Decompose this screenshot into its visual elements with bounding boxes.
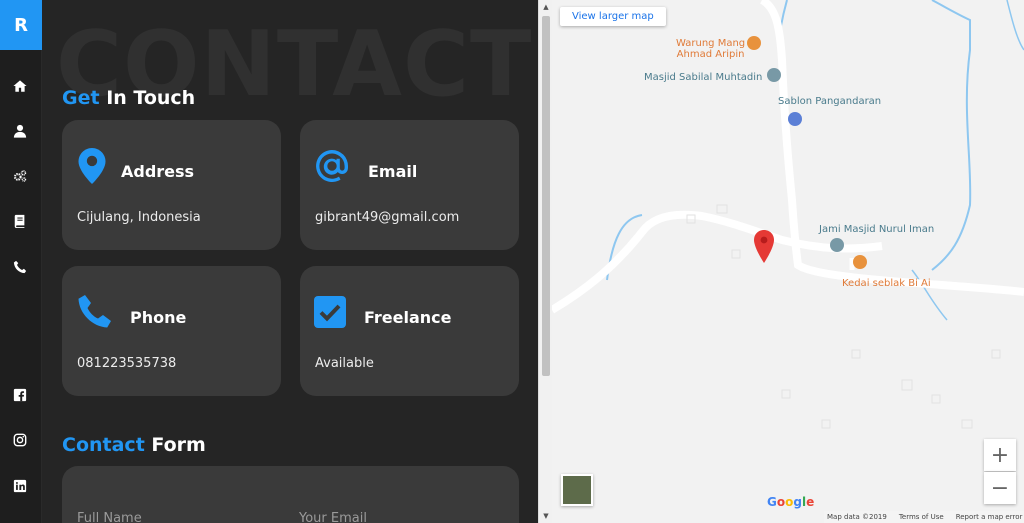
phone-card: Phone 081223535738	[62, 266, 281, 396]
address-title: Address	[121, 162, 195, 181]
instagram-icon	[13, 433, 27, 447]
nav-about[interactable]	[11, 122, 29, 140]
poi-sablon-label[interactable]: Sablon Pangandaran	[778, 96, 881, 107]
content-scrollbar[interactable]: ▲ ▼	[538, 0, 552, 523]
contact-form-heading: Contact Form	[62, 434, 206, 456]
full-name-input[interactable]: Full Name	[77, 511, 142, 523]
poi-warung-line1: Warung Mang	[676, 38, 746, 49]
mosque-poi-icon[interactable]	[767, 68, 781, 82]
user-icon	[13, 124, 27, 138]
map-pin-icon	[76, 148, 108, 184]
contact-section: CONTACT Get In Touch Address Cijulang, I…	[42, 0, 538, 523]
phone-value[interactable]: 081223535738	[77, 356, 176, 371]
map-attribution: Map data ©2019 Terms of Use Report a map…	[824, 511, 1024, 523]
nav-contact[interactable]	[11, 258, 29, 276]
nav-home[interactable]	[11, 77, 29, 95]
book-icon	[14, 214, 25, 228]
contact-form: Full Name Your Email	[62, 466, 519, 523]
home-icon	[13, 80, 27, 92]
heading-rest: Form	[144, 434, 206, 456]
address-card: Address Cijulang, Indonesia	[62, 120, 281, 250]
scroll-down-arrow[interactable]: ▼	[542, 512, 550, 520]
freelance-title: Freelance	[364, 308, 452, 327]
freelance-card: Freelance Available	[300, 266, 519, 396]
google-logo: Google	[767, 495, 815, 509]
phone-icon	[76, 294, 112, 330]
poi-warung-label[interactable]: Warung Mang Ahmad Aripin	[676, 38, 745, 60]
heading-accent: Get	[62, 87, 100, 109]
mosque-poi-icon-2[interactable]	[830, 238, 844, 252]
facebook-icon	[13, 388, 27, 402]
phone-title: Phone	[130, 308, 187, 327]
social-facebook[interactable]	[11, 386, 29, 404]
zoom-out-button[interactable]: −	[984, 472, 1016, 504]
email-card: Email gibrant49@gmail.com	[300, 120, 519, 250]
restaurant-poi-icon[interactable]	[747, 36, 761, 50]
checkbox-icon	[314, 296, 346, 328]
poi-masjid-nurul-iman-label[interactable]: Jami Masjid Nurul Iman	[819, 224, 934, 235]
nav-portfolio[interactable]	[11, 212, 29, 230]
heading-accent: Contact	[62, 434, 145, 456]
embedded-map[interactable]: View larger map Warung Mang Ahmad Aripin …	[552, 0, 1024, 523]
poi-kedai-label[interactable]: Kedai seblak Bi Ai	[842, 278, 931, 289]
poi-masjid-sabilal-label[interactable]: Masjid Sabilal Muhtadin	[644, 72, 762, 83]
scroll-up-arrow[interactable]: ▲	[542, 3, 550, 11]
email-input[interactable]: Your Email	[299, 511, 367, 523]
email-value[interactable]: gibrant49@gmail.com	[315, 210, 459, 225]
zoom-in-button[interactable]: +	[984, 439, 1016, 471]
gears-icon	[13, 170, 27, 182]
map-canvas[interactable]	[552, 0, 1024, 523]
scrollbar-thumb[interactable]	[542, 16, 550, 376]
heading-rest: In Touch	[99, 87, 196, 109]
map-data-text: Map data ©2019	[827, 513, 887, 521]
nav-services[interactable]	[11, 167, 29, 185]
terms-of-use-link[interactable]: Terms of Use	[899, 513, 944, 521]
email-title: Email	[368, 162, 418, 181]
shop-poi-icon[interactable]	[788, 112, 802, 126]
at-icon	[314, 148, 350, 184]
sidebar: R	[0, 0, 42, 523]
location-marker-icon[interactable]	[754, 230, 774, 263]
get-in-touch-heading: Get In Touch	[62, 87, 195, 109]
poi-warung-line2: Ahmad Aripin	[676, 49, 745, 60]
phone-icon	[13, 260, 27, 274]
address-value: Cijulang, Indonesia	[77, 210, 201, 225]
restaurant-poi-icon-2[interactable]	[853, 255, 867, 269]
report-map-error-link[interactable]: Report a map error	[956, 513, 1023, 521]
freelance-value: Available	[315, 356, 374, 371]
linkedin-icon	[13, 479, 27, 493]
portfolio-app: R CONTACT Get In Touch Address Cijulang,…	[0, 0, 1024, 523]
social-linkedin[interactable]	[11, 477, 29, 495]
satellite-toggle-button[interactable]	[561, 474, 593, 506]
social-instagram[interactable]	[11, 431, 29, 449]
logo[interactable]: R	[0, 0, 42, 50]
view-larger-map-link[interactable]: View larger map	[560, 7, 666, 26]
